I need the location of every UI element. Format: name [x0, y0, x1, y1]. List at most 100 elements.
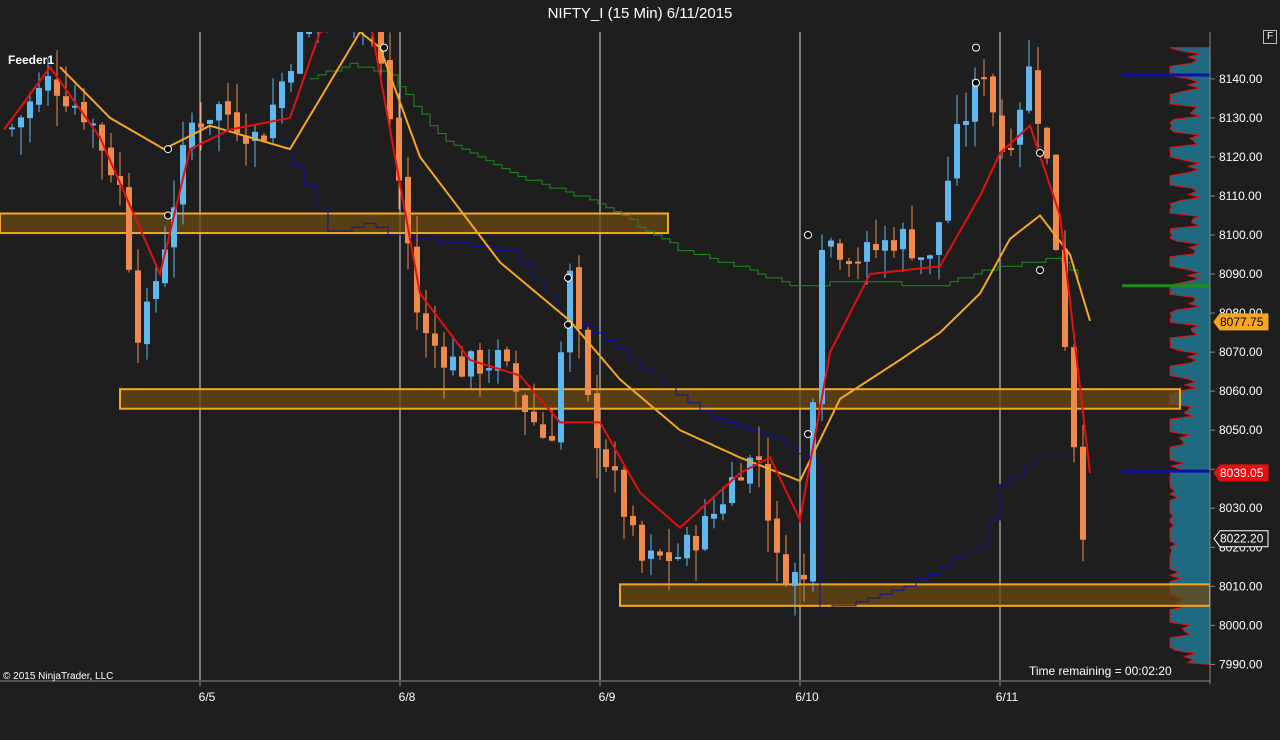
candle-body: [549, 436, 555, 441]
candle-body: [450, 356, 456, 371]
signal-dot: [164, 145, 172, 154]
price-tick-label: 8060.00: [1219, 384, 1263, 398]
candle-body: [225, 101, 231, 115]
candle-body: [63, 96, 69, 107]
candle-body: [927, 255, 933, 259]
time-tick-label: 6/10: [795, 690, 819, 704]
candle-body: [873, 244, 879, 251]
candle-body: [297, 32, 303, 74]
candle-body: [630, 515, 636, 526]
candle-body: [603, 449, 609, 468]
candle-body: [576, 267, 582, 330]
candle-body: [1044, 127, 1050, 159]
candle-body: [918, 257, 924, 260]
candle-body: [1008, 147, 1014, 150]
candle-body: [216, 104, 222, 121]
signal-dot: [164, 211, 172, 220]
candle-body: [666, 552, 672, 562]
candle-body: [324, 3, 330, 5]
price-marker: 8022.20: [1213, 530, 1269, 548]
candle-body: [558, 352, 564, 443]
signal-dot: [804, 230, 812, 239]
profile-shape: [1168, 47, 1210, 665]
candle-body: [648, 550, 654, 559]
price-chart[interactable]: 8140.00 8130.00 8120.00 8110.00 8100.00 8090.…: [0, 0, 1280, 740]
signal-dot: [1036, 266, 1044, 275]
candle-body: [711, 513, 717, 519]
signal-dot: [804, 430, 812, 439]
time-tick-label: 6/5: [199, 690, 216, 704]
support-resistance-zone: [0, 212, 669, 235]
candle-body: [459, 356, 465, 377]
candle-body: [909, 229, 915, 259]
candle-body: [306, 32, 312, 34]
time-tick-label: 6/11: [996, 690, 1019, 704]
candle-body: [801, 574, 807, 580]
candle-body: [657, 551, 663, 556]
time-tick-label: 6/8: [399, 690, 416, 704]
candle-body: [612, 466, 618, 471]
price-tick-label: 8000.00: [1219, 618, 1263, 632]
price-marker-label: 8039.05: [1220, 466, 1264, 480]
plot-area: [0, 3, 1210, 680]
candle-body: [27, 101, 33, 119]
candle-body: [315, 5, 321, 19]
price-marker-label: 8077.75: [1220, 315, 1264, 329]
candle-body: [702, 515, 708, 550]
candle-body: [522, 395, 528, 413]
time-axis: 6/5 6/8 6/9 6/10 6/11: [0, 680, 1210, 704]
candle-body: [486, 368, 492, 371]
candle-body: [45, 76, 51, 91]
candle-body: [990, 76, 996, 113]
copyright-text: © 2015 NinjaTrader, LLC: [3, 671, 114, 682]
signal-dot: [564, 320, 572, 329]
candle-body: [207, 119, 213, 124]
candle-body: [18, 117, 24, 128]
candle-body: [513, 363, 519, 392]
candle-body: [54, 79, 60, 96]
candle-body: [774, 518, 780, 553]
feeder-label: Feeder1: [8, 53, 55, 67]
candle-body: [882, 240, 888, 251]
signal-dot: [972, 78, 980, 87]
candle-body: [1017, 109, 1023, 145]
price-marker: 8039.05: [1213, 464, 1269, 482]
time-tick-label: 6/9: [599, 690, 616, 704]
candle-body: [864, 242, 870, 262]
candle-body: [288, 70, 294, 83]
price-tick-label: 7990.00: [1219, 657, 1263, 671]
signal-dot: [564, 273, 572, 282]
candle-body: [855, 261, 861, 264]
panel-toggle-button[interactable]: F: [1263, 30, 1277, 44]
candle-body: [945, 180, 951, 221]
time-remaining-label: Time remaining = 00:02:20: [1029, 664, 1172, 678]
candle-body: [423, 313, 429, 334]
price-tick-label: 8140.00: [1219, 72, 1263, 86]
candle-body: [540, 424, 546, 438]
candle-body: [279, 81, 285, 109]
price-marker-label: 8022.20: [1220, 532, 1264, 546]
volume-profile: [1122, 47, 1210, 665]
candles: [9, 3, 1086, 616]
signal-dot: [1036, 149, 1044, 158]
candle-body: [846, 261, 852, 265]
candle-body: [594, 393, 600, 449]
signal-dot: [380, 43, 388, 52]
candle-body: [369, 10, 375, 19]
candle-body: [756, 456, 762, 460]
price-tick-label: 8090.00: [1219, 267, 1263, 281]
candle-body: [693, 535, 699, 551]
candle-body: [234, 112, 240, 133]
candle-body: [720, 504, 726, 514]
slow-moving-average: [59, 32, 1091, 483]
candle-body: [198, 123, 204, 128]
candle-body: [828, 240, 834, 247]
candle-body: [954, 124, 960, 179]
price-tick-label: 8010.00: [1219, 579, 1263, 593]
candle-body: [1080, 446, 1086, 540]
candle-body: [900, 228, 906, 250]
candle-body: [36, 87, 42, 105]
price-tick-label: 8030.00: [1219, 501, 1263, 515]
candle-body: [9, 127, 15, 130]
candle-body: [144, 301, 150, 345]
